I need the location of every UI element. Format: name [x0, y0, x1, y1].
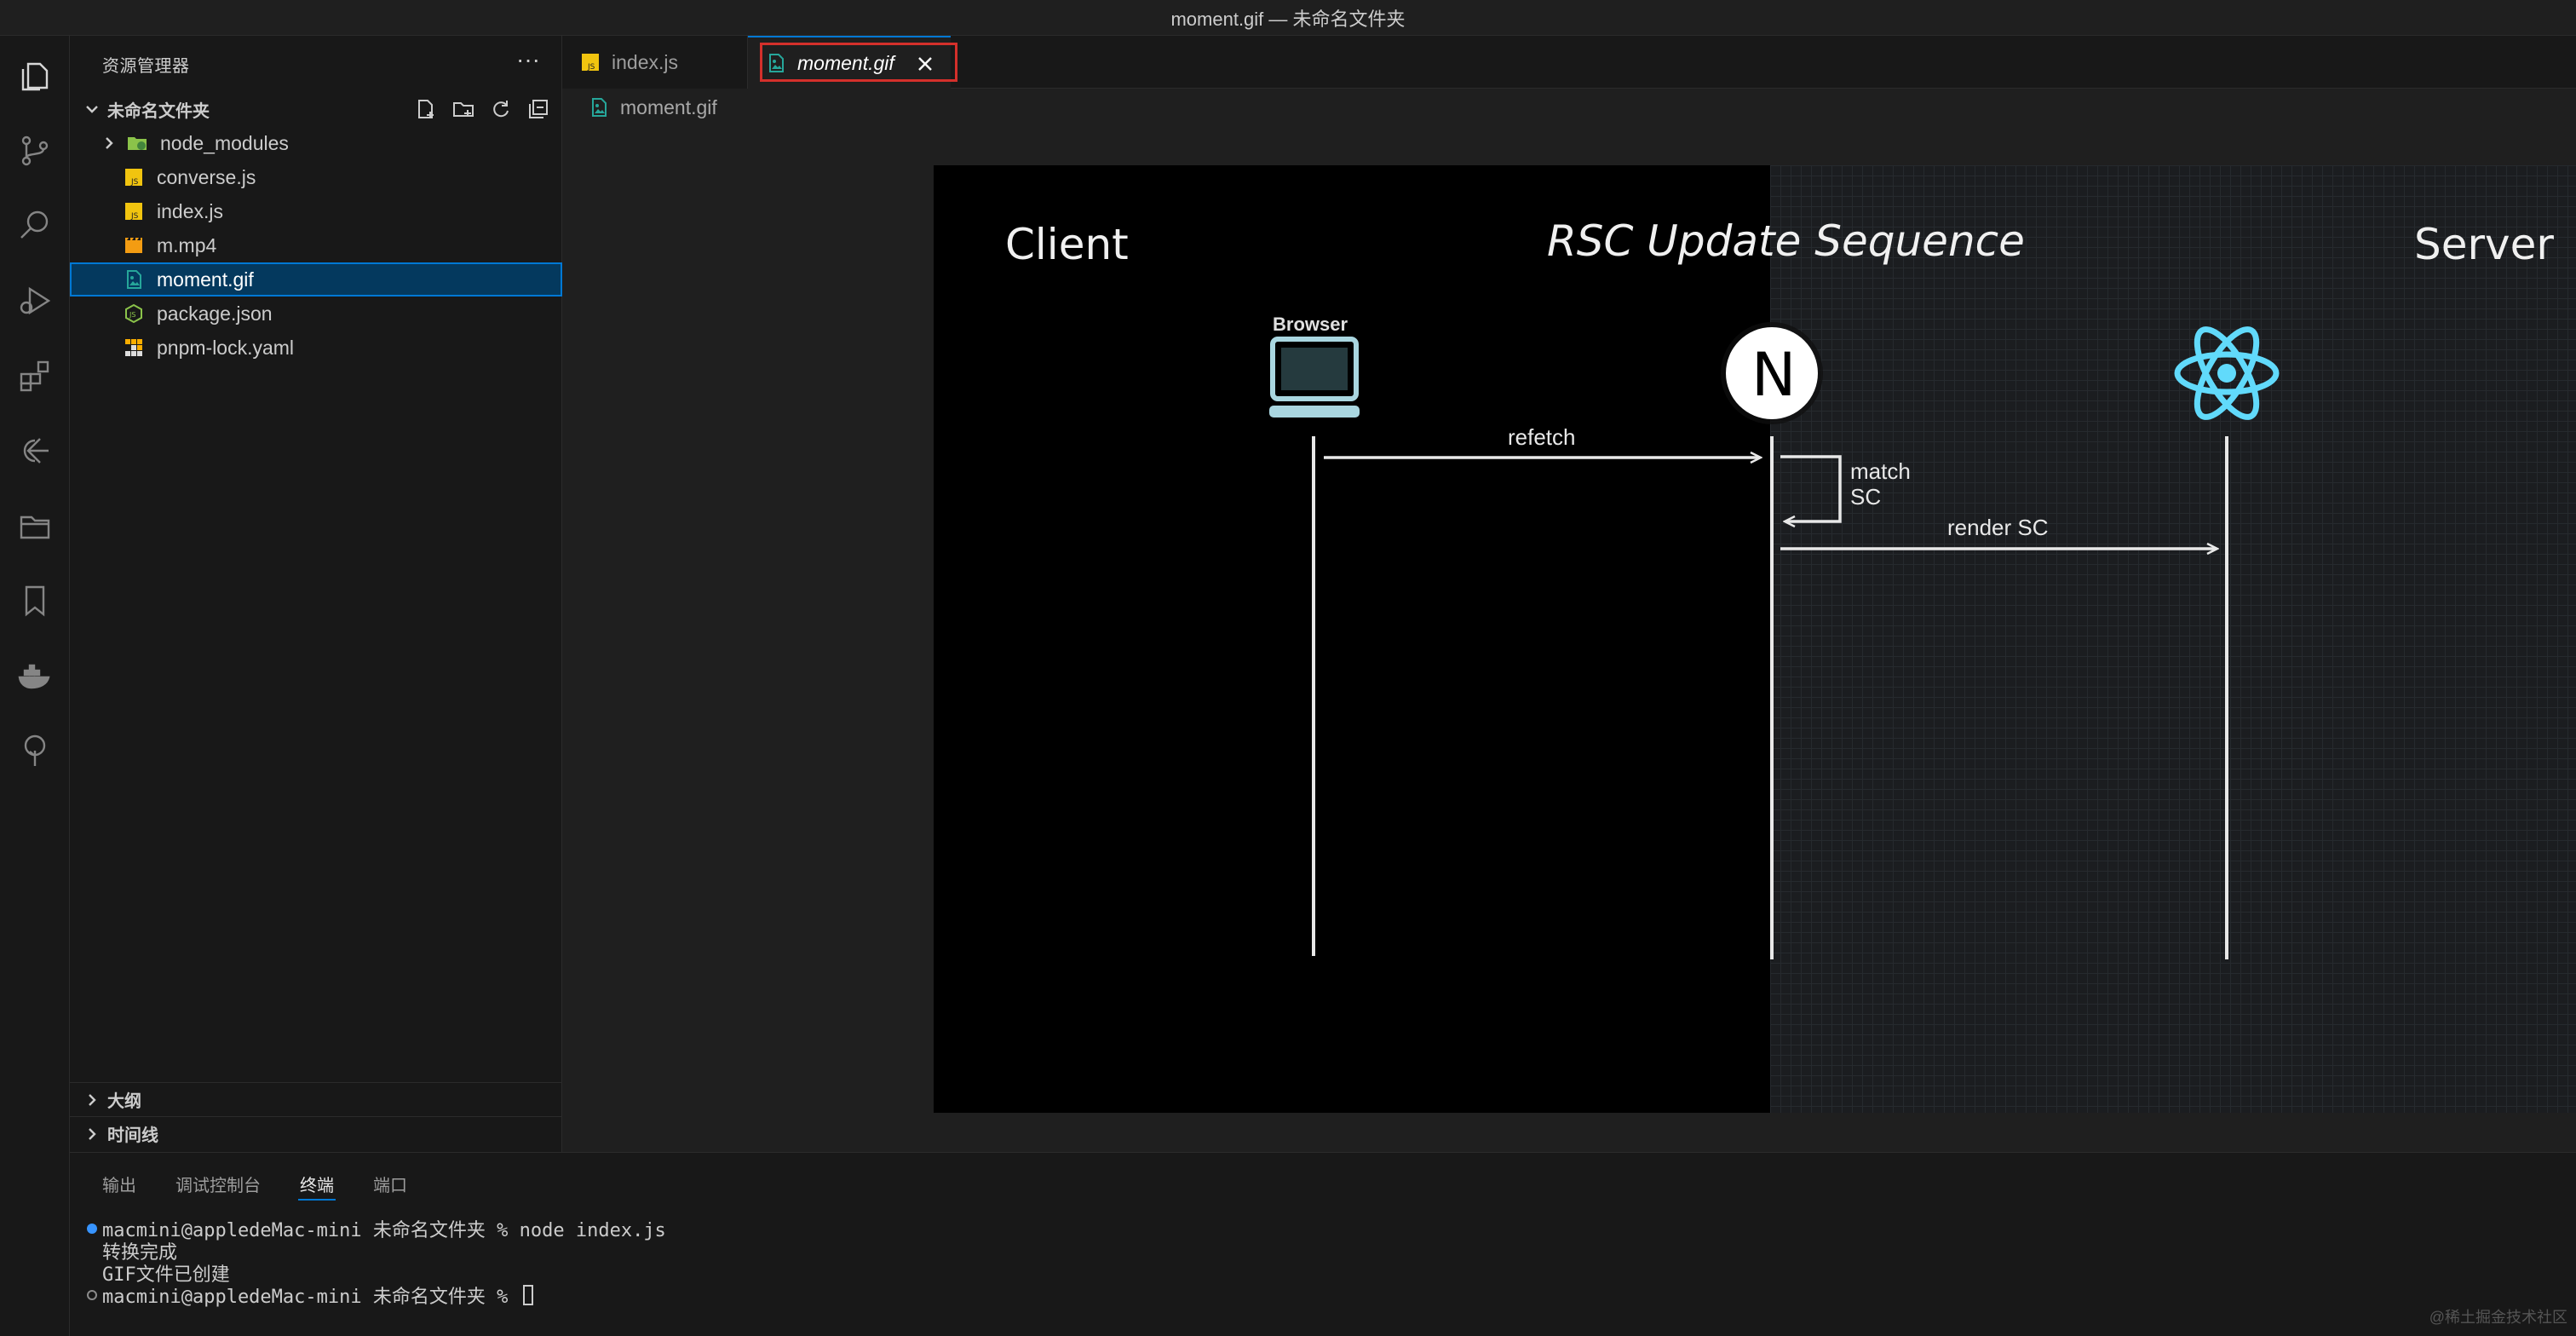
render-sc-label: render SC	[1947, 515, 2049, 540]
svg-text:JS: JS	[130, 212, 139, 221]
client-label: Client	[1005, 220, 1129, 269]
refresh-button[interactable]	[486, 95, 516, 123]
panel-tabs: 输出 调试控制台 终端 端口	[102, 1166, 407, 1201]
chevron-right-icon	[82, 1090, 102, 1110]
file-name: index.js	[157, 199, 223, 222]
docker-icon[interactable]	[15, 656, 55, 695]
folder-icon[interactable]	[15, 506, 55, 545]
breadcrumb-file[interactable]: moment.gif	[620, 96, 717, 119]
npm-json-icon: JS	[123, 302, 145, 325]
tree-item-index-js[interactable]: JS index.js	[70, 194, 562, 228]
extensions-icon[interactable]	[15, 356, 55, 395]
refetch-label: refetch	[1508, 424, 1576, 450]
diagram-title: RSC Update Sequence	[1547, 216, 2025, 266]
chevron-right-icon	[82, 1124, 102, 1144]
explorer-icon[interactable]	[15, 56, 55, 95]
svg-text:JS: JS	[587, 63, 595, 72]
js-file-icon: JS	[123, 200, 145, 222]
file-name: package.json	[157, 302, 273, 325]
timeline-label: 时间线	[107, 1126, 158, 1145]
image-file-icon	[765, 52, 787, 74]
new-folder-button[interactable]	[448, 95, 479, 123]
folder-header[interactable]: 未命名文件夹	[70, 92, 562, 126]
window-title: moment.gif — 未命名文件夹	[1170, 8, 1406, 30]
panel-tab-output[interactable]: 输出	[102, 1166, 136, 1201]
tree-item-converse-js[interactable]: JS converse.js	[70, 160, 562, 194]
explorer-title: 资源管理器	[102, 56, 190, 76]
browser-icon	[1269, 337, 1360, 418]
pnpm-file-icon	[123, 337, 145, 359]
svg-text:JS: JS	[130, 178, 139, 187]
tree-item-pnpm-lock[interactable]: pnpm-lock.yaml	[70, 331, 562, 365]
vscode-window: moment.gif — 未命名文件夹 资源管理器 ··· 未命名文件夹 nod…	[0, 0, 2576, 1336]
terminal-line: macmini@appledeMac-mini 未命名文件夹 %	[82, 1284, 666, 1308]
chevron-right-icon	[99, 133, 119, 153]
tab-bar: JS index.js moment.gif	[562, 36, 2576, 89]
js-file-icon: JS	[123, 166, 145, 188]
react-logo-icon	[2174, 326, 2280, 420]
command-pending-icon	[82, 1284, 102, 1306]
tab-moment-gif[interactable]: moment.gif	[748, 36, 951, 89]
outline-section[interactable]: 大纲	[70, 1082, 562, 1116]
folder-name: 未命名文件夹	[107, 101, 210, 121]
image-file-icon	[123, 268, 145, 291]
file-name: converse.js	[157, 165, 256, 188]
tree-item-moment-gif[interactable]: moment.gif	[70, 262, 562, 297]
video-file-icon	[123, 234, 145, 256]
watermark: @稀土掘金技术社区	[2429, 1309, 2567, 1326]
explorer-sidebar: 资源管理器 ··· 未命名文件夹 node_modules JS convers…	[70, 36, 562, 1152]
server-label: Server	[2414, 220, 2554, 269]
sequence-diagram: Client RSC Update Sequence Server Browse…	[1005, 216, 2554, 959]
new-file-button[interactable]	[411, 95, 441, 123]
collapse-all-button[interactable]	[523, 95, 554, 123]
command-success-icon	[82, 1218, 102, 1240]
source-control-icon[interactable]	[15, 131, 55, 170]
nextjs-logo-icon: N	[1721, 322, 1823, 424]
browser-label: Browser	[1273, 314, 1348, 335]
more-actions-button[interactable]: ···	[516, 48, 540, 72]
file-name: node_modules	[160, 131, 289, 154]
close-icon[interactable]	[915, 54, 935, 74]
nextjs-glyph: N	[1751, 340, 1796, 410]
match-loop-arrow	[1780, 455, 1842, 521]
explorer-header: 资源管理器 ···	[70, 36, 562, 92]
image-file-icon	[588, 96, 610, 118]
tab-index-js[interactable]: JS index.js	[562, 36, 748, 89]
activity-bar	[0, 36, 70, 1336]
breadcrumb: moment.gif	[562, 89, 2576, 126]
bookmark-icon[interactable]	[15, 581, 55, 620]
tree-item-m-mp4[interactable]: m.mp4	[70, 228, 562, 262]
tree-icon[interactable]	[15, 731, 55, 770]
file-tree: node_modules JS converse.js JS index.js …	[70, 126, 562, 365]
match-sc-label: SC	[1850, 484, 1881, 510]
title-bar: moment.gif — 未命名文件夹	[0, 0, 2576, 36]
remote-icon[interactable]	[15, 431, 55, 470]
file-name: m.mp4	[157, 233, 217, 256]
panel-tab-ports[interactable]: 端口	[373, 1166, 407, 1201]
timeline-section[interactable]: 时间线	[70, 1116, 562, 1150]
file-name: pnpm-lock.yaml	[157, 336, 295, 359]
editor-area: JS index.js moment.gif moment.gif Client…	[562, 36, 2576, 1152]
tab-label: moment.gif	[797, 51, 894, 74]
panel-tab-terminal[interactable]: 终端	[298, 1166, 336, 1201]
outline-label: 大纲	[107, 1092, 141, 1111]
svg-text:JS: JS	[129, 311, 135, 319]
file-name: moment.gif	[157, 268, 254, 291]
tab-label: index.js	[612, 50, 678, 73]
panel-tab-debug-console[interactable]: 调试控制台	[175, 1166, 261, 1201]
tree-item-node-modules[interactable]: node_modules	[70, 126, 562, 160]
bottom-panel: 输出 调试控制台 终端 端口 macmini@appledeMac-mini 未…	[70, 1152, 2576, 1336]
node-folder-icon	[126, 132, 148, 154]
search-icon[interactable]	[15, 206, 55, 245]
js-file-icon: JS	[579, 51, 601, 73]
terminal-cursor	[522, 1285, 533, 1305]
match-label: match	[1850, 458, 1911, 484]
terminal[interactable]: macmini@appledeMac-mini 未命名文件夹 % node in…	[82, 1218, 666, 1308]
tree-item-package-json[interactable]: JS package.json	[70, 297, 562, 331]
run-debug-icon[interactable]	[15, 281, 55, 320]
gif-preview: Client RSC Update Sequence Server Browse…	[934, 165, 2576, 1113]
chevron-down-icon	[82, 99, 102, 119]
